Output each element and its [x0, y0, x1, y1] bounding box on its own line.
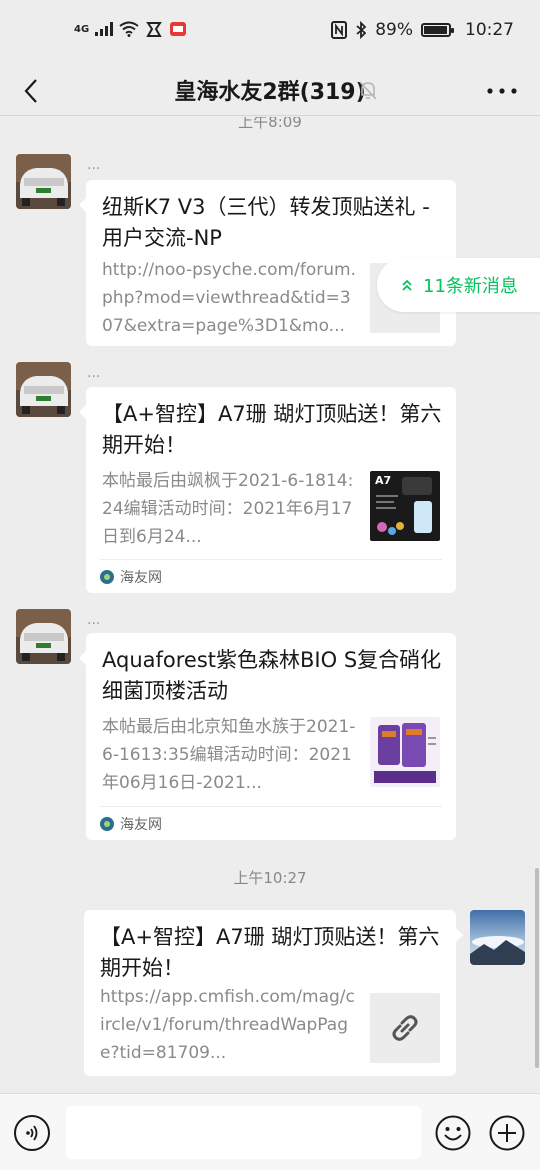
message-list[interactable]: 上午8:09 ... 纽斯K7 V3（三代）转发顶贴送礼 - 用户交流-NP h…	[0, 117, 540, 1093]
sender-name: ...	[87, 365, 101, 381]
network-label: 4G	[74, 23, 90, 35]
app-notification-icon	[146, 22, 163, 37]
battery-icon	[421, 23, 454, 37]
voice-input-button[interactable]	[14, 1115, 50, 1151]
voice-icon	[26, 1125, 38, 1141]
card-title: 【A+智控】A7珊 瑚灯顶贴送！第六期开始！	[100, 925, 440, 980]
link-icon	[392, 1015, 418, 1041]
double-chevron-up-icon	[402, 279, 412, 291]
sender-name: ...	[87, 157, 101, 173]
avatar[interactable]	[16, 154, 71, 209]
battery-fill	[424, 26, 448, 34]
mute-bell-icon	[359, 81, 377, 100]
my-avatar[interactable]	[470, 910, 525, 965]
link-message-card[interactable]: 【A+智控】A7珊 瑚灯顶贴送！第六期开始！ https://app.cmfis…	[84, 910, 463, 1076]
scrollbar[interactable]	[535, 868, 539, 1068]
sender-name: ...	[87, 612, 101, 628]
status-bar: 4G 89% 10:27	[0, 0, 540, 66]
emoji-icon[interactable]	[435, 1115, 471, 1151]
timestamp: 上午8:09	[238, 117, 302, 131]
article-thumbnail: A7	[370, 471, 440, 541]
card-description: 本帖最后由飒枫于2021-6-1814:24编辑活动时间：2021年6月17日到…	[102, 471, 354, 547]
add-more-icon[interactable]	[489, 1115, 525, 1151]
chat-header: 皇海水友2群(319)	[0, 66, 540, 116]
clock: 10:27	[465, 20, 514, 40]
card-source: 海友网	[100, 559, 442, 593]
more-options-icon[interactable]	[484, 78, 520, 104]
card-title: 纽斯K7 V3（三代）转发顶贴送礼 - 用户交流-NP	[102, 195, 430, 250]
timestamp: 上午10:27	[233, 869, 307, 887]
article-thumbnail	[370, 717, 440, 787]
bluetooth-icon	[356, 21, 367, 39]
source-logo-icon	[100, 816, 114, 831]
source-logo-icon	[100, 569, 114, 584]
chat-title: 皇海水友2群(319)	[174, 80, 366, 105]
new-messages-label: 11条新消息	[423, 276, 518, 297]
source-name: 海友网	[120, 569, 162, 586]
link-message-card[interactable]: 【A+智控】A7珊 瑚灯顶贴送！第六期开始！ 本帖最后由飒枫于2021-6-18…	[79, 387, 456, 593]
avatar[interactable]	[16, 609, 71, 664]
signal-icon	[95, 22, 114, 36]
store-notification-icon	[170, 22, 187, 36]
nfc-icon	[331, 21, 348, 39]
card-description: https://app.cmfish.com/mag/circle/v1/for…	[100, 987, 355, 1063]
card-description: 本帖最后由北京知鱼水族于2021-6-1613:35编辑活动时间：2021年06…	[102, 717, 356, 793]
battery-percent: 89%	[375, 20, 413, 40]
message-input[interactable]	[66, 1106, 421, 1159]
status-right: 89% 10:27	[331, 20, 514, 40]
card-title: Aquaforest紫色森林BIO S复合硝化细菌顶楼活动	[102, 648, 442, 703]
link-thumbnail	[370, 993, 440, 1063]
new-messages-button[interactable]: 11条新消息	[377, 258, 540, 312]
card-description: http://noo-psyche.com/forum.php?mod=view…	[102, 260, 356, 336]
source-name: 海友网	[120, 816, 162, 833]
status-left: 4G	[74, 20, 187, 38]
card-title: 【A+智控】A7珊 瑚灯顶贴送！第六期开始！	[102, 402, 442, 457]
input-bar	[0, 1093, 540, 1170]
card-source: 海友网	[100, 806, 442, 840]
wifi-icon	[119, 21, 139, 37]
avatar[interactable]	[16, 362, 71, 417]
link-message-card[interactable]: Aquaforest紫色森林BIO S复合硝化细菌顶楼活动 本帖最后由北京知鱼水…	[79, 633, 456, 840]
